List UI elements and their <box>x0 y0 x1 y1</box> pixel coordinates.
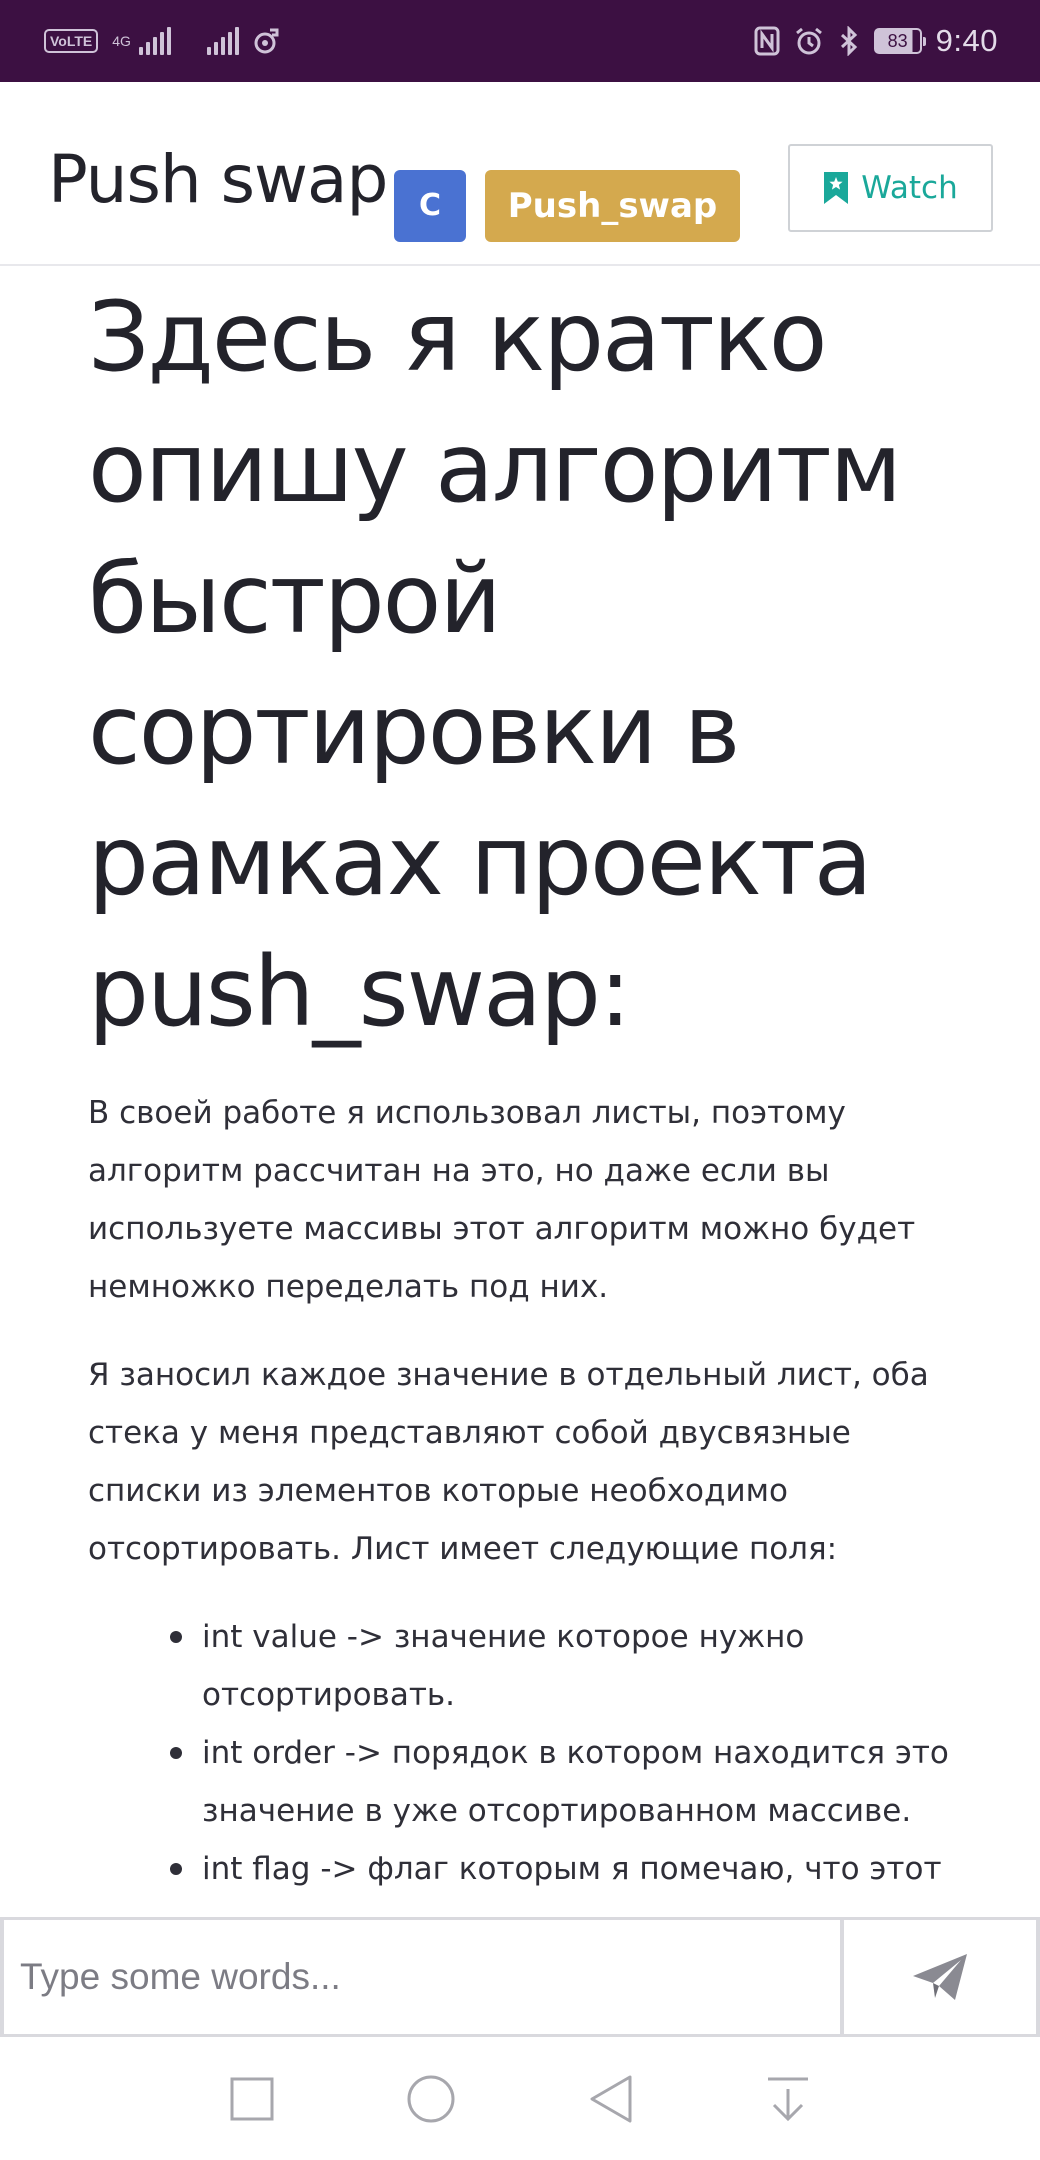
article-content: Здесь я кратко опишу алгоритм быстрой со… <box>88 272 968 1898</box>
network-type: 4G <box>112 33 131 49</box>
nfc-icon <box>754 26 780 56</box>
list-item: int value -> значение которое нужно отсо… <box>170 1608 968 1724</box>
article-paragraph: В своей работе я использовал листы, поэт… <box>88 1095 916 1305</box>
back-icon[interactable] <box>588 2074 634 2124</box>
article-paragraph: Я заносил каждое значение в отдельный ли… <box>88 1357 929 1567</box>
alarm-icon <box>795 27 822 55</box>
volte-badge: VoLTE <box>44 29 99 53</box>
list-item: int flag -> флаг которым я помечаю, что … <box>170 1840 968 1898</box>
system-nav-bar <box>0 2037 1040 2160</box>
status-bar-left: VoLTE 4G <box>44 27 279 55</box>
watch-button[interactable]: Watch <box>788 144 993 232</box>
status-bar-right: 83 9:40 <box>754 23 998 59</box>
language-tag[interactable]: C <box>394 170 466 242</box>
signal-icon <box>138 27 171 55</box>
field-list: int value -> значение которое нужно отсо… <box>88 1608 968 1898</box>
watch-label: Watch <box>861 170 958 206</box>
article-heading: Здесь я кратко опишу алгоритм быстрой со… <box>88 281 902 1048</box>
project-tag[interactable]: Push_swap <box>485 170 740 242</box>
page-header: Push swap C Push_swap Watch <box>0 82 1040 266</box>
bluetooth-icon <box>840 26 857 56</box>
send-icon <box>913 1954 967 2000</box>
page-title: Push swap <box>48 141 388 218</box>
send-button[interactable] <box>844 1920 1040 2034</box>
home-icon[interactable] <box>406 2074 456 2124</box>
message-input[interactable] <box>0 1920 844 2034</box>
battery-icon: 83 <box>873 28 926 54</box>
clock: 9:40 <box>935 23 998 58</box>
app-root: VoLTE 4G 83 9:40 Push swap C Push_swap W… <box>0 0 1040 2160</box>
signal-icon-secondary <box>206 27 239 55</box>
status-bar: VoLTE 4G 83 9:40 <box>0 0 1040 82</box>
notifications-down-icon[interactable] <box>766 2075 810 2123</box>
message-composer <box>0 1917 1040 2037</box>
list-item: int order -> порядок в котором находится… <box>170 1724 968 1840</box>
music-icon <box>254 28 279 54</box>
bookmark-star-icon <box>824 172 849 204</box>
recent-apps-icon[interactable] <box>230 2077 274 2121</box>
